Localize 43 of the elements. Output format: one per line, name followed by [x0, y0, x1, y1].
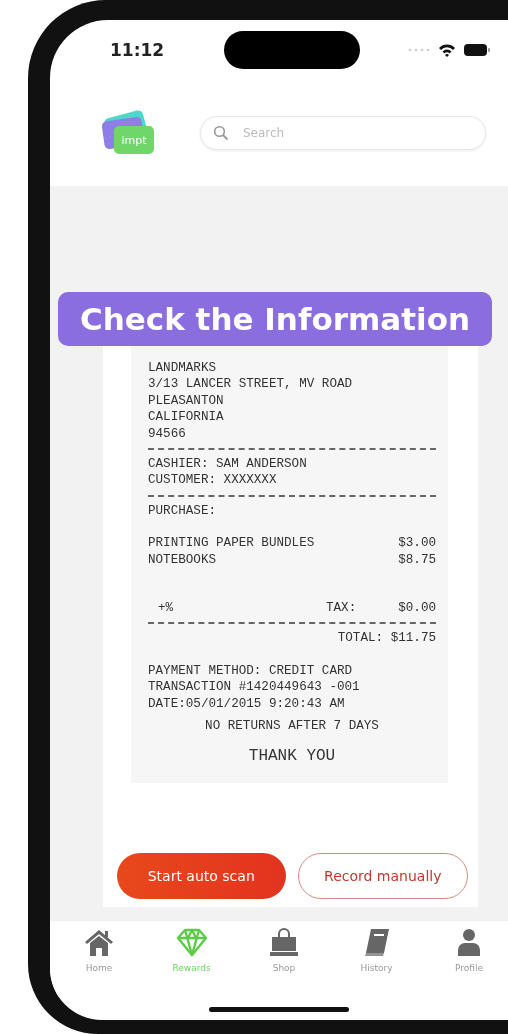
banner-title: Check the Information [58, 292, 492, 346]
receipt-line: PURCHASE: [148, 502, 218, 520]
tab-label: Shop [272, 963, 296, 973]
tab-label: History [360, 963, 393, 973]
diamond-icon [175, 927, 208, 957]
receipt-line: PAYMENT METHOD: CREDIT CARD [148, 662, 354, 680]
tab-item[interactable]: History [341, 927, 412, 997]
receipt-line: CUSTOMER: XXXXXXX [148, 472, 278, 489]
tab-item[interactable]: Profile [434, 927, 504, 997]
receipt-item-name: NOTEBOOKS [148, 551, 217, 569]
receipt-tax-rate: +% [157, 600, 175, 617]
receipt-line: PLEASANTON [148, 392, 225, 410]
tab-label: Profile [455, 963, 483, 973]
search-field[interactable]: Search [200, 116, 486, 150]
tab-item[interactable]: Home [64, 927, 134, 997]
wifi-icon [438, 43, 456, 57]
receipt-line: TRANSACTION #1420449643 -001 [148, 679, 361, 696]
receipt-tax-amount: $0.00 [398, 600, 436, 617]
receipt-item-price: $3.00 [398, 535, 436, 552]
receipt-total: TOTAL: $11.75 [336, 630, 437, 647]
receipt-item-price: $8.75 [398, 551, 436, 569]
record-manually-button[interactable]: Record manually [297, 852, 468, 899]
receipt-tax-label: TAX: [325, 600, 357, 617]
receipt-item-name: PRINTING PAPER BUNDLES [148, 535, 315, 552]
receipt-line: NO RETURNS AFTER 7 DAYS [204, 718, 380, 735]
status-time: 11:12 [110, 40, 166, 60]
receipt-line: LANDMARKS [148, 360, 218, 377]
signal-icon [408, 48, 430, 52]
tab-item[interactable]: Shop [249, 927, 319, 997]
receipt-line: CASHIER: SAM ANDERSON [148, 456, 308, 473]
house-icon [83, 927, 115, 957]
receipt-line: 3/13 LANCER STREET, MV ROAD [148, 376, 354, 393]
receipt-line: 94566 [148, 425, 187, 443]
search-icon [213, 125, 229, 141]
receipt-thanks: THANK YOU [247, 746, 337, 765]
start-auto-scan-button[interactable]: Start auto scan [117, 852, 286, 899]
battery-icon [464, 44, 490, 56]
receipt-line: CALIFORNIA [148, 409, 225, 426]
tab-item[interactable]: Rewards [156, 927, 227, 997]
receipt-line: DATE:05/01/2015 9:20:43 AM [148, 695, 346, 713]
bag-icon [268, 927, 300, 957]
tab-label: Home [85, 963, 113, 973]
tab-label: Rewards [172, 963, 211, 973]
